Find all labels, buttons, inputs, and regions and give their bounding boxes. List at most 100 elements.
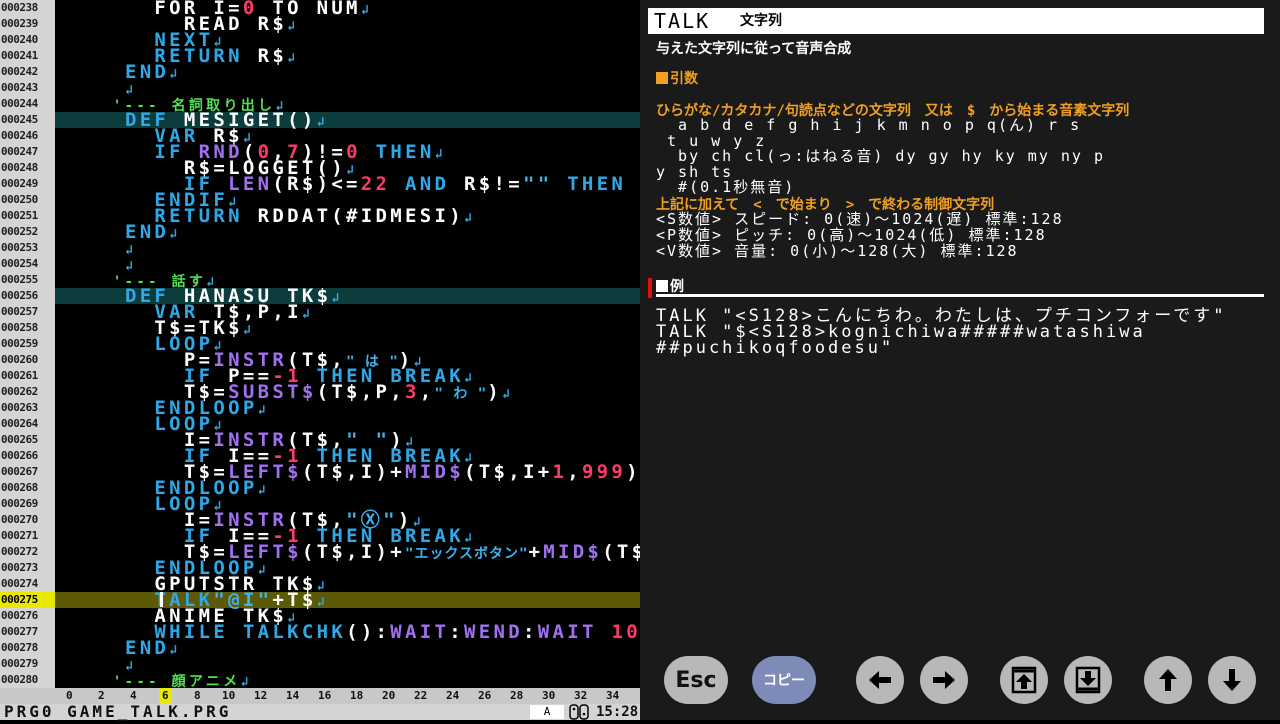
line-number: 000273	[0, 560, 55, 576]
square-bullet-icon	[656, 280, 668, 292]
code-line[interactable]: 000243 ↲	[0, 80, 640, 98]
line-number: 000271	[0, 528, 55, 544]
phoneme-line: a b d e f g h i j k m n o p q(ん) r s	[656, 116, 1082, 134]
arrow-right-button[interactable]	[920, 656, 968, 704]
line-number: 000267	[0, 464, 55, 480]
page-down-button[interactable]	[1064, 656, 1112, 704]
command-argument: 文字列	[740, 13, 782, 29]
line-number: 000250	[0, 192, 55, 208]
ruler-tick: 20	[382, 689, 396, 702]
line-number: 000245	[0, 112, 55, 128]
code-editor[interactable]: 000238 FOR I=0 TO NUM↲ 000239 READ R$↲ 000…	[0, 0, 640, 688]
command-description: 与えた文字列に従って音声合成	[656, 41, 852, 57]
phoneme-line: #(0.1秒無音)	[656, 178, 796, 196]
line-number: 000243	[0, 80, 55, 96]
line-number: 000258	[0, 320, 55, 336]
file-name: PRG0 GAME_TALK.PRG	[4, 702, 232, 721]
arrow-left-icon	[867, 669, 893, 691]
line-number: 000259	[0, 336, 55, 352]
controller-icon	[568, 704, 592, 720]
control-param-line: <S数値> スピード: 0(速)〜1024(遅) 標準:128	[656, 210, 1064, 228]
code-line[interactable]: 000279 ↲	[0, 656, 640, 674]
code-text: '--- 顔アニメ↲	[66, 674, 252, 688]
example-line: ##puchikoqfoodesu"	[656, 338, 895, 358]
code-text: ↲	[124, 259, 137, 274]
line-number: 000261	[0, 368, 55, 384]
line-number: 000239	[0, 16, 55, 32]
arrow-down-icon	[1221, 667, 1243, 693]
line-number: 000252	[0, 224, 55, 240]
clock: 15:28	[596, 704, 639, 720]
ruler-tick: 28	[510, 689, 524, 702]
ruler-tick: 12	[254, 689, 268, 702]
ruler-tick: 14	[286, 689, 300, 702]
command-name: TALK	[654, 9, 711, 33]
line-number: 000249	[0, 176, 55, 192]
help-panel: TALK 文字列 与えた文字列に従って音声合成 引数 ひらがな/カタカナ/句読点…	[640, 0, 1280, 720]
code-text: ↲	[124, 83, 137, 98]
line-number: 000278	[0, 640, 55, 656]
line-number: 000241	[0, 48, 55, 64]
line-number: 000254	[0, 256, 55, 272]
square-bullet-icon	[656, 72, 668, 84]
ruler-tick: 26	[478, 689, 492, 702]
ruler-tick: 24	[446, 689, 460, 702]
esc-button[interactable]: Esc	[664, 656, 728, 704]
arrow-up-icon	[1157, 667, 1179, 693]
text-cursor	[160, 592, 163, 607]
line-number: 000272	[0, 544, 55, 560]
ruler-tick: 18	[350, 689, 364, 702]
phoneme-line: by ch cl(っ:はねる音) dy gy hy ky my ny p	[656, 147, 1106, 165]
line-number: 000279	[0, 656, 55, 672]
line-number: 000238	[0, 0, 55, 16]
line-number: 000246	[0, 128, 55, 144]
line-number: 000262	[0, 384, 55, 400]
page-up-button[interactable]	[1000, 656, 1048, 704]
ruler-tick: 32	[574, 689, 588, 702]
code-text: ↲	[124, 659, 137, 674]
arrow-left-button[interactable]	[856, 656, 904, 704]
page-down-icon	[1075, 666, 1101, 694]
arrow-down-button[interactable]	[1208, 656, 1256, 704]
ruler-tick: 16	[318, 689, 332, 702]
input-mode-indicator: A	[530, 705, 564, 719]
line-number: 000265	[0, 432, 55, 448]
line-number: 000253	[0, 240, 55, 256]
help-title-bar: TALK 文字列	[648, 8, 1264, 34]
line-number: 000256	[0, 288, 55, 304]
status-bar: PRG0 GAME_TALK.PRG A 15:28	[0, 704, 640, 720]
line-number: 000277	[0, 624, 55, 640]
page-up-icon	[1011, 666, 1037, 694]
arrow-up-button[interactable]	[1144, 656, 1192, 704]
line-number: 000276	[0, 608, 55, 624]
section-marker	[648, 278, 652, 298]
line-number: 000275	[0, 592, 55, 608]
control-param-line: <P数値> ピッチ: 0(高)〜1024(低) 標準:128	[656, 226, 1047, 244]
arrow-right-icon	[931, 669, 957, 691]
ruler-tick: 22	[414, 689, 428, 702]
line-number: 000263	[0, 400, 55, 416]
line-number: 000244	[0, 96, 55, 112]
code-line[interactable]: 000280 '--- 顔アニメ↲	[0, 672, 640, 688]
line-number: 000257	[0, 304, 55, 320]
control-param-line: <V数値> 音量: 0(小)〜128(大) 標準:128	[656, 242, 1019, 260]
line-number: 000242	[0, 64, 55, 80]
line-number: 000280	[0, 672, 55, 688]
code-line[interactable]: 000254 ↲	[0, 256, 640, 274]
ruler-tick: 30	[542, 689, 556, 702]
line-number: 000264	[0, 416, 55, 432]
line-number: 000248	[0, 160, 55, 176]
args-heading: 引数	[656, 68, 698, 88]
line-number: 000255	[0, 272, 55, 288]
line-number: 000270	[0, 512, 55, 528]
line-number: 000260	[0, 352, 55, 368]
line-number: 000268	[0, 480, 55, 496]
example-heading: 例	[656, 276, 684, 296]
copy-button[interactable]: コピー	[752, 656, 816, 704]
line-number: 000251	[0, 208, 55, 224]
line-number: 000274	[0, 576, 55, 592]
line-number: 000240	[0, 32, 55, 48]
divider	[656, 294, 1264, 297]
ruler-tick: 34	[606, 689, 620, 702]
line-number: 000269	[0, 496, 55, 512]
